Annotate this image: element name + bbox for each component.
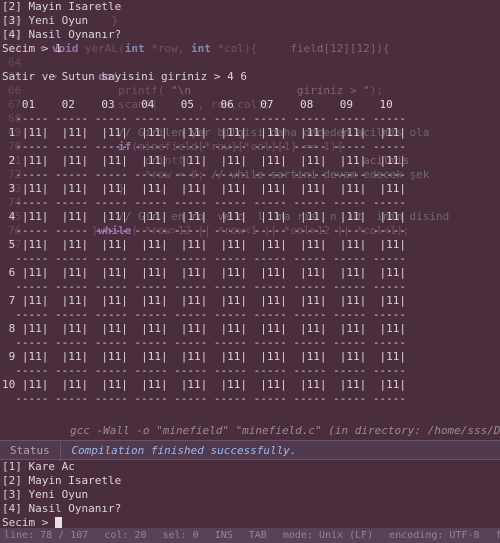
status-tab[interactable]: Status (0, 441, 61, 461)
menu-item: [2] Mayin Isaretle (2, 474, 121, 487)
menu-item: [3] Yeni Oyun (2, 14, 88, 27)
menu-item: [1] Kare Ac (2, 460, 75, 473)
status-line: line: 78 / 107 (4, 530, 88, 541)
status-sel: sel: 0 (163, 530, 199, 541)
status-col: col: 20 (104, 530, 146, 541)
menu-item: [2] Mayin Isaretle (2, 0, 121, 13)
grid-row: 5 |11| |11| |11| |11| |11| |11| |11| |11… (2, 238, 406, 251)
grid-row: 1 |11| |11| |11| |11| |11| |11| |11| |11… (2, 126, 406, 139)
status-filetype: file (496, 530, 500, 541)
compiler-status-bar[interactable]: Status Compilation finished successfully… (0, 440, 500, 460)
grid-row: 4 |11| |11| |11| |11| |11| |11| |11| |11… (2, 210, 406, 223)
game-output-top: [2] Mayin Isaretle [3] Yeni Oyun [4] Nas… (0, 0, 500, 406)
grid-header: 01 02 03 04 05 06 07 08 09 10 (2, 98, 393, 111)
menu-item: [4] Nasil Oynanır? (2, 502, 121, 515)
grid-row: 3 |11| |11| |11| |11| |11| |11| |11| |11… (2, 182, 406, 195)
editor-status-bar: line: 78 / 107 col: 20 sel: 0 INS TAB mo… (0, 528, 500, 543)
status-ins: INS (215, 530, 233, 541)
status-tab: TAB (249, 530, 267, 541)
grid-row: 10 |11| |11| |11| |11| |11| |11| |11| |1… (2, 378, 406, 391)
gcc-command-line: gcc -Wall -o "minefield" "minefield.c" (… (0, 424, 500, 438)
grid-row: 8 |11| |11| |11| |11| |11| |11| |11| |11… (2, 322, 406, 335)
grid-row: 2 |11| |11| |11| |11| |11| |11| |11| |11… (2, 154, 406, 167)
input-prompt: Satir ve Sutun sayisini giriniz > 4 6 (2, 70, 247, 83)
grid-row: 7 |11| |11| |11| |11| |11| |11| |11| |11… (2, 294, 406, 307)
game-output-bottom: [1] Kare Ac [2] Mayin Isaretle [3] Yeni … (0, 460, 500, 530)
status-mode: mode: Unix (LF) (283, 530, 373, 541)
compile-message: Compilation finished successfully. (67, 444, 296, 457)
menu-item: [4] Nasil Oynanır? (2, 28, 121, 41)
status-encoding: encoding: UTF-8 (389, 530, 479, 541)
grid-row: 9 |11| |11| |11| |11| |11| |11| |11| |11… (2, 350, 406, 363)
grid-row: 6 |11| |11| |11| |11| |11| |11| |11| |11… (2, 266, 406, 279)
menu-item: [3] Yeni Oyun (2, 488, 88, 501)
selection-prompt: Secim > 1 (2, 42, 62, 55)
